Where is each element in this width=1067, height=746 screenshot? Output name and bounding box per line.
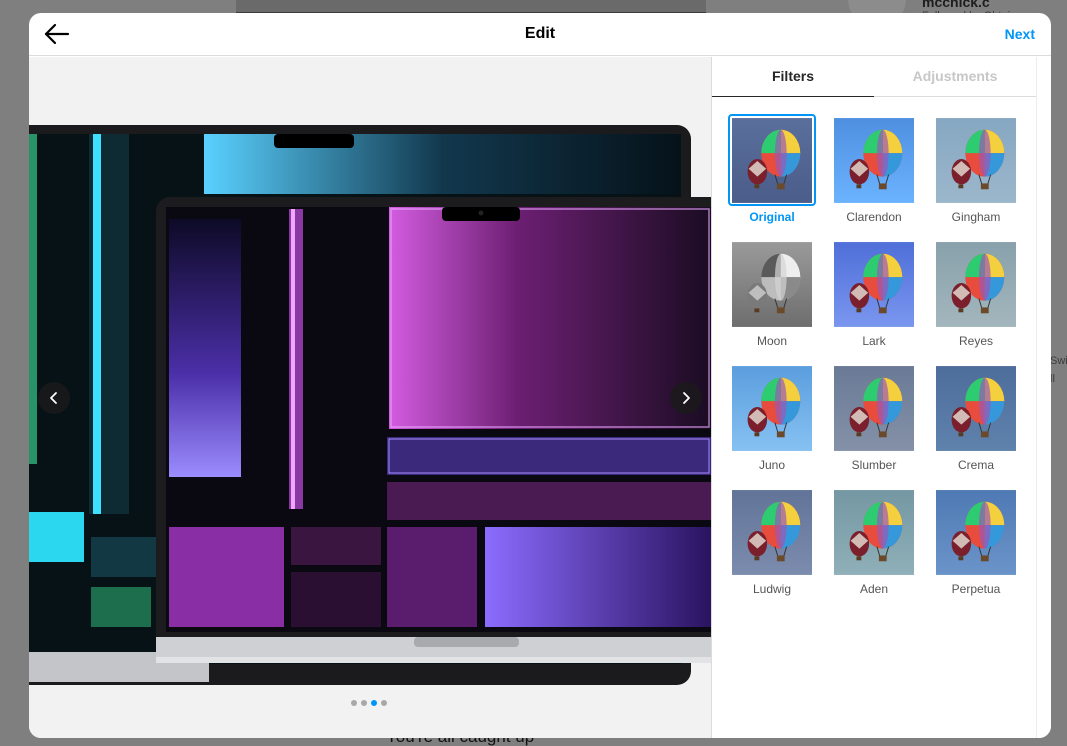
- filter-label: Reyes: [958, 334, 993, 348]
- chevron-left-icon: [50, 392, 57, 404]
- preview-image: [29, 125, 711, 685]
- filter-original[interactable]: Original: [728, 114, 816, 225]
- background-side-text: Swi: [1050, 355, 1067, 367]
- filter-thumbnail: [732, 241, 812, 327]
- filter-thumbnail: [936, 241, 1016, 327]
- filter-label: Original: [749, 210, 795, 224]
- edit-modal: Edit Next Filters Adjustments Original C…: [29, 13, 1051, 738]
- filter-perpetua[interactable]: Perpetua: [932, 486, 1020, 597]
- filter-thumbnail: [834, 117, 914, 203]
- filter-thumbnail-frame: [830, 486, 918, 578]
- slide-dot-active[interactable]: [371, 700, 377, 706]
- filter-panel: Filters Adjustments Original Clarendon Gin…: [711, 57, 1036, 738]
- slide-indicator: [351, 700, 387, 706]
- filter-thumbnail: [732, 489, 812, 575]
- filter-crema[interactable]: Crema: [932, 362, 1020, 473]
- slide-dot[interactable]: [381, 700, 387, 706]
- filter-label: Aden: [859, 582, 889, 596]
- filter-label: Juno: [758, 458, 786, 472]
- filter-thumbnail-frame: [728, 486, 816, 578]
- filter-label: Perpetua: [951, 582, 1001, 596]
- filter-juno[interactable]: Juno: [728, 362, 816, 473]
- background-post-card: [236, 0, 706, 14]
- filter-thumbnail-frame: [932, 362, 1020, 454]
- image-preview: [29, 57, 711, 738]
- filter-thumbnail: [936, 489, 1016, 575]
- filter-thumbnail: [936, 365, 1016, 451]
- filter-ludwig[interactable]: Ludwig: [728, 486, 816, 597]
- filter-thumbnail: [834, 365, 914, 451]
- filter-clarendon[interactable]: Clarendon: [830, 114, 918, 225]
- modal-title: Edit: [524, 25, 556, 42]
- filter-thumbnail: [732, 117, 812, 203]
- filter-label: Clarendon: [846, 210, 902, 224]
- filter-thumbnail-frame: [830, 238, 918, 330]
- filter-thumbnail-frame: [932, 486, 1020, 578]
- filter-thumbnail-frame: [932, 114, 1020, 206]
- filter-gingham[interactable]: Gingham: [932, 114, 1020, 225]
- filter-aden[interactable]: Aden: [830, 486, 918, 597]
- panel-tabs: Filters Adjustments: [712, 57, 1036, 97]
- filter-grid: Original Clarendon Gingham Moon Lark Reyes Jun…: [728, 114, 1028, 597]
- filter-label: Lark: [862, 334, 886, 348]
- next-slide-button[interactable]: [670, 382, 702, 414]
- next-button[interactable]: Next: [1005, 26, 1035, 42]
- tab-filters[interactable]: Filters: [712, 57, 874, 97]
- filter-thumbnail-frame: [728, 238, 816, 330]
- filter-thumbnail-frame: [830, 362, 918, 454]
- slide-dot[interactable]: [361, 700, 367, 706]
- slide-dot[interactable]: [351, 700, 357, 706]
- filter-thumbnail: [732, 365, 812, 451]
- filter-reyes[interactable]: Reyes: [932, 238, 1020, 349]
- filter-thumbnail: [936, 117, 1016, 203]
- filter-thumbnail-frame: [830, 114, 918, 206]
- filter-label: Ludwig: [752, 582, 792, 596]
- filter-thumbnail-frame: [932, 238, 1020, 330]
- filter-label: Slumber: [851, 458, 897, 472]
- filter-thumbnail-frame: [728, 362, 816, 454]
- chevron-right-icon: [683, 392, 690, 404]
- filter-label: Gingham: [951, 210, 1001, 224]
- filter-thumbnail: [834, 241, 914, 327]
- filter-thumbnail-frame: [728, 114, 816, 206]
- tab-adjustments[interactable]: Adjustments: [874, 57, 1036, 97]
- filter-thumbnail: [834, 489, 914, 575]
- modal-header: Edit Next: [29, 13, 1051, 56]
- filter-moon[interactable]: Moon: [728, 238, 816, 349]
- background-username: mcchick.c: [922, 0, 990, 10]
- panel-scrollbar[interactable]: [1036, 57, 1051, 738]
- filter-lark[interactable]: Lark: [830, 238, 918, 349]
- filter-label: Crema: [957, 458, 994, 472]
- previous-slide-button[interactable]: [38, 382, 70, 414]
- filter-slumber[interactable]: Slumber: [830, 362, 918, 473]
- filter-label: Moon: [756, 334, 788, 348]
